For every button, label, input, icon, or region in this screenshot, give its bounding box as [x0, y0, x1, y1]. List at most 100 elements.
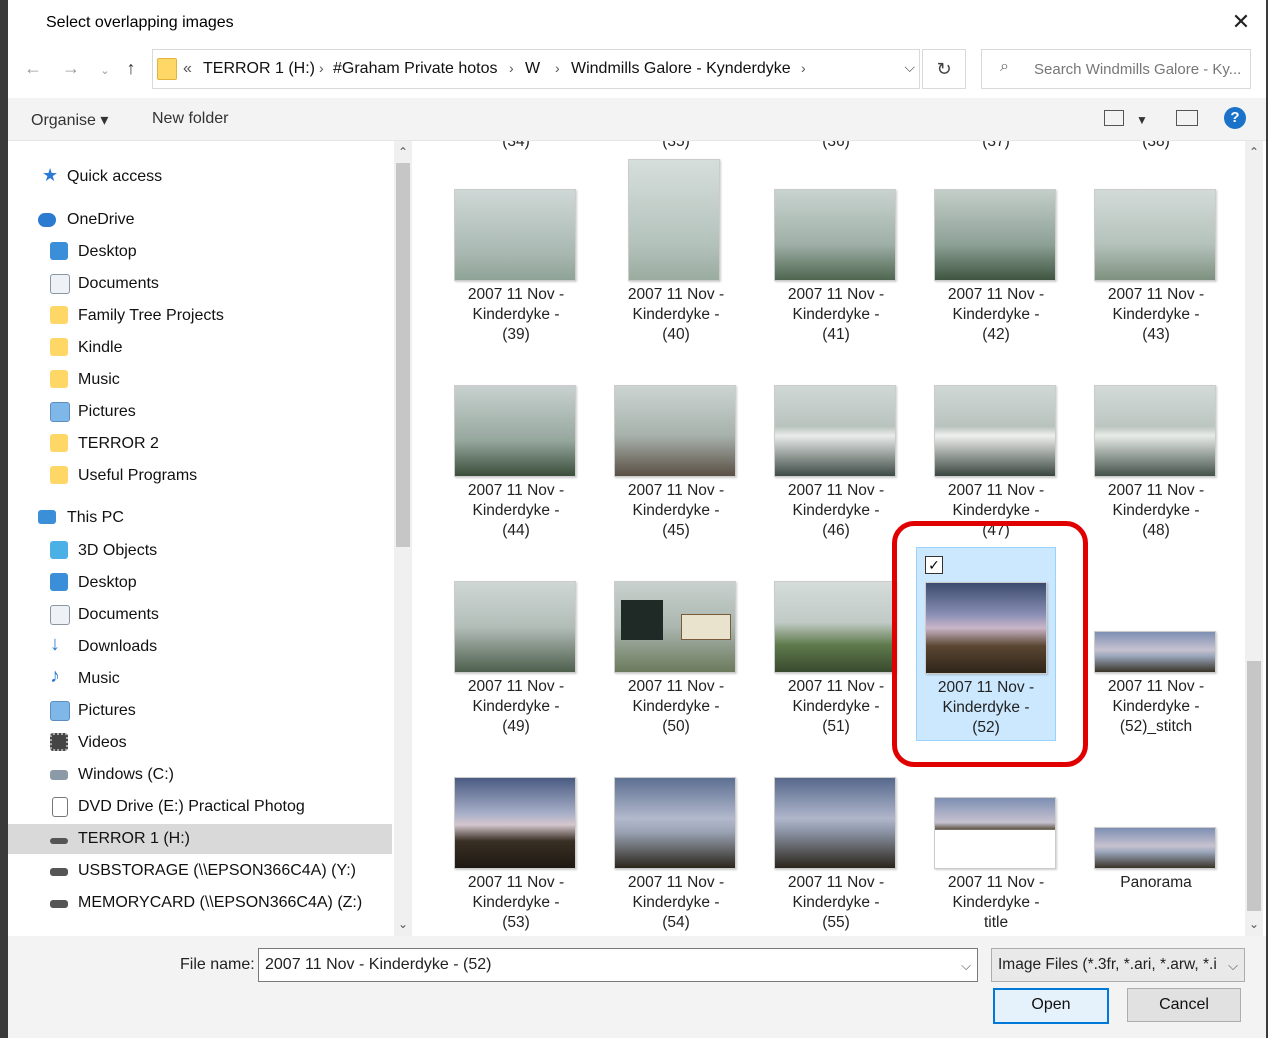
file-tile[interactable]: 2007 11 Nov - Kinderdyke - (41)	[756, 155, 916, 345]
nav-item-terror-1[interactable]: TERROR 1 (H:)	[8, 824, 392, 854]
nav-item-pc-music[interactable]: ♪ Music	[8, 664, 392, 694]
thumbnail-image	[774, 581, 896, 673]
organise-button[interactable]: Organise ▾	[31, 110, 108, 130]
address-bar[interactable]: « TERROR 1 (H:) › #Graham Private hotos …	[152, 49, 920, 89]
file-tile[interactable]: 2007 11 Nov - Kinderdyke - (40)	[596, 155, 756, 345]
file-tile[interactable]: 2007 11 Nov - Kinderdyke - (39)	[436, 155, 596, 345]
refresh-button[interactable]: ↻	[922, 49, 966, 89]
nav-scrollbar[interactable]: ⌃ ⌄	[394, 141, 412, 936]
scroll-up-icon[interactable]: ⌃	[394, 145, 412, 159]
nav-item-memorycard[interactable]: MEMORYCARD (\\EPSON366C4A) (Z:)	[8, 888, 392, 918]
file-caption-line3: (55)	[822, 914, 850, 931]
nav-item-downloads[interactable]: ↓ Downloads	[8, 632, 392, 662]
thumbnail-image	[934, 385, 1056, 477]
file-tile[interactable]: 2007 11 Nov - Kinderdyke - (48)	[1076, 351, 1236, 541]
file-tile[interactable]: 2007 11 Nov - Kinderdyke - (42)	[916, 155, 1076, 345]
breadcrumb-private-photos[interactable]: #Graham Private hotos	[333, 60, 498, 78]
nav-item-documents[interactable]: Documents	[8, 269, 392, 299]
cancel-button[interactable]: Cancel	[1127, 988, 1241, 1022]
scroll-up-icon[interactable]: ⌃	[1245, 145, 1263, 159]
file-name-input[interactable]: 2007 11 Nov - Kinderdyke - (52) ⌵	[258, 948, 978, 982]
new-folder-button[interactable]: New folder	[152, 110, 228, 128]
file-tile[interactable]: 2007 11 Nov - Kinderdyke - (50)	[596, 547, 756, 737]
thumbnail-image	[774, 385, 896, 477]
partial-caption[interactable]: (37)	[916, 141, 1076, 152]
breadcrumb-drive[interactable]: TERROR 1 (H:)	[203, 60, 315, 78]
music-icon: ♪	[50, 665, 60, 687]
dialog-title: Select overlapping images	[46, 14, 234, 31]
close-icon[interactable]: ✕	[1226, 8, 1256, 36]
file-tile[interactable]: 2007 11 Nov - Kinderdyke - (46)	[756, 351, 916, 541]
back-arrow-icon[interactable]: ←	[20, 58, 46, 79]
breadcrumb-separator[interactable]: ›	[509, 60, 514, 76]
file-tile[interactable]: 2007 11 Nov - Kinderdyke - (44)	[436, 351, 596, 541]
folder-icon	[157, 58, 177, 80]
nav-item-useful-programs[interactable]: Useful Programs	[8, 461, 392, 491]
scroll-down-icon[interactable]: ⌄	[394, 917, 412, 931]
file-caption-line2: Kinderdyke -	[472, 502, 560, 519]
nav-item-family-tree[interactable]: Family Tree Projects	[8, 301, 392, 331]
forward-arrow-icon[interactable]: →	[58, 58, 84, 79]
partial-caption[interactable]: (34)	[436, 141, 596, 152]
up-arrow-icon[interactable]: ↑	[118, 58, 144, 79]
overflow-chevrons[interactable]: «	[183, 60, 192, 78]
nav-item-music[interactable]: Music	[8, 365, 392, 395]
content-scroll-thumb[interactable]	[1247, 661, 1261, 911]
search-box[interactable]: ⌕ Search Windmills Galore - Ky...	[981, 49, 1251, 89]
file-tile[interactable]: 2007 11 Nov - Kinderdyke - (47)	[916, 351, 1076, 541]
cloud-icon	[38, 213, 56, 227]
file-caption-line2: Kinderdyke -	[1112, 306, 1200, 323]
file-tile[interactable]: 2007 11 Nov - Kinderdyke - (49)	[436, 547, 596, 737]
breadcrumb-separator[interactable]: ›	[319, 60, 324, 76]
file-tile[interactable]: 2007 11 Nov - Kinderdyke - (53)	[436, 743, 596, 933]
breadcrumb-windmills[interactable]: Windmills Galore - Kynderdyke	[571, 60, 791, 78]
nav-item-onedrive[interactable]: OneDrive	[8, 205, 392, 235]
file-type-select[interactable]: Image Files (*.3fr, *.ari, *.arw, *.i ⌵	[991, 948, 1245, 982]
nav-item-terror-2[interactable]: TERROR 2	[8, 429, 392, 459]
help-icon[interactable]: ?	[1224, 107, 1246, 129]
nav-item-desktop[interactable]: Desktop	[8, 237, 392, 267]
file-tile[interactable]: 2007 11 Nov - Kinderdyke - (43)	[1076, 155, 1236, 345]
file-tile[interactable]: 2007 11 Nov - Kinderdyke - (45)	[596, 351, 756, 541]
breadcrumb-separator[interactable]: ›	[801, 60, 806, 76]
view-dropdown-icon[interactable]: ▼	[1136, 113, 1148, 127]
nav-item-quick-access[interactable]: ★ Quick access	[8, 162, 392, 192]
file-tile[interactable]: 2007 11 Nov - Kinderdyke - title	[916, 743, 1076, 933]
open-button[interactable]: Open	[993, 988, 1109, 1024]
nav-scroll-thumb[interactable]	[396, 163, 410, 547]
nav-item-pc-pictures[interactable]: Pictures	[8, 696, 392, 726]
file-tile[interactable]: 2007 11 Nov - Kinderdyke - (54)	[596, 743, 756, 933]
nav-item-label: USBSTORAGE (\\EPSON366C4A) (Y:)	[78, 862, 357, 879]
chevron-down-icon[interactable]: ⌵	[961, 958, 971, 974]
nav-item-pictures[interactable]: Pictures	[8, 397, 392, 427]
file-tile[interactable]: 2007 11 Nov - Kinderdyke - (52)_stitch	[1076, 547, 1236, 737]
documents-icon	[50, 274, 70, 294]
nav-item-dvd-drive[interactable]: DVD Drive (E:) Practical Photog	[8, 792, 392, 822]
content-scrollbar[interactable]: ⌃ ⌄	[1245, 141, 1263, 936]
nav-item-pc-documents[interactable]: Documents	[8, 600, 392, 630]
scroll-down-icon[interactable]: ⌄	[1245, 917, 1263, 931]
partial-caption[interactable]: (36)	[756, 141, 916, 152]
change-view-icon[interactable]	[1104, 110, 1124, 126]
nav-item-videos[interactable]: Videos	[8, 728, 392, 758]
address-dropdown-icon[interactable]: ⌵	[904, 59, 915, 76]
nav-item-kindle[interactable]: Kindle	[8, 333, 392, 363]
file-tile[interactable]: 2007 11 Nov - Kinderdyke - (55)	[756, 743, 916, 933]
breadcrumb-w[interactable]: W	[525, 60, 540, 78]
nav-item-this-pc[interactable]: This PC	[8, 503, 392, 533]
nav-item-3d-objects[interactable]: 3D Objects	[8, 536, 392, 566]
nav-item-pc-desktop[interactable]: Desktop	[8, 568, 392, 598]
partial-caption[interactable]: (35)	[596, 141, 756, 152]
highlight-annotation	[892, 521, 1088, 767]
chevron-down-icon[interactable]: ⌵	[1228, 958, 1238, 974]
nav-item-usbstorage[interactable]: USBSTORAGE (\\EPSON366C4A) (Y:)	[8, 856, 392, 886]
thumbnail-image	[774, 189, 896, 281]
nav-item-windows-c[interactable]: Windows (C:)	[8, 760, 392, 790]
partial-caption[interactable]: (38)	[1076, 141, 1236, 152]
file-caption-line1: 2007 11 Nov -	[1107, 482, 1205, 499]
breadcrumb-separator[interactable]: ›	[555, 60, 560, 76]
file-tile[interactable]: Panorama	[1076, 743, 1236, 933]
recent-chevron-down-icon[interactable]: ⌄	[92, 64, 118, 77]
file-caption-line3: (49)	[502, 718, 530, 735]
preview-pane-icon[interactable]	[1176, 110, 1198, 126]
